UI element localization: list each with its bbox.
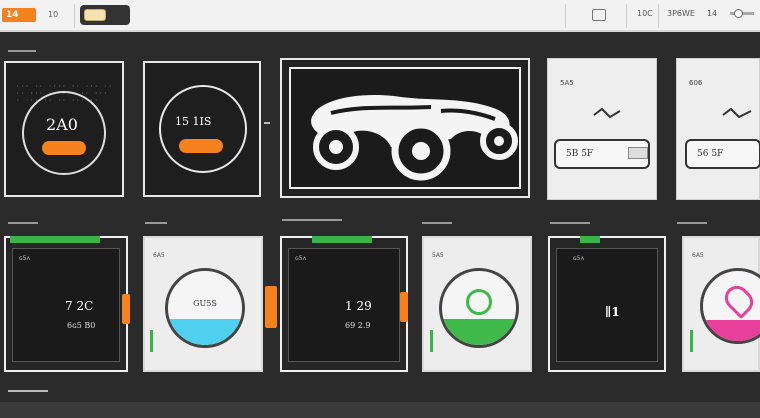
card-1[interactable]: ɢ5ʌ 7 2C 6ɢ5 B0: [4, 236, 130, 372]
card-tag: 5A5: [432, 252, 444, 259]
card-6[interactable]: 6A5: [682, 236, 760, 372]
hero-panel[interactable]: [280, 58, 530, 198]
value-field[interactable]: 56 5F: [685, 139, 760, 169]
gauge-panel-2[interactable]: 15 1IS: [143, 61, 261, 197]
info-panel-2[interactable]: 606 56 5F: [676, 58, 760, 200]
toolbar-divider: [74, 4, 75, 28]
card-subvalue: 6ɢ5 B0: [67, 321, 96, 330]
gauge-value: 2A0: [46, 115, 78, 134]
mini-label: 10: [48, 10, 59, 19]
footer-dash: [8, 390, 48, 392]
gauge-fill: [168, 319, 242, 345]
card-subvalue: 69 2.9: [345, 321, 371, 330]
level-gauge: [700, 268, 760, 344]
card-value: 1 29: [345, 299, 372, 313]
side-indicator: [400, 292, 408, 322]
gauge-value: 15 1IS: [175, 115, 212, 128]
toggle-knob: [84, 9, 106, 21]
view-label: 10C: [637, 9, 653, 18]
side-indicator: [430, 330, 433, 352]
field-value: 56 5F: [697, 149, 724, 159]
level-gauge: GU5S: [165, 268, 245, 348]
toolbar-divider: [626, 4, 627, 28]
divider-dash: [282, 219, 342, 221]
gauge-button[interactable]: [42, 141, 86, 155]
card-screen: ɢ5ʌ ∥1: [556, 248, 658, 362]
card-3[interactable]: ɢ5ʌ 1 29 69 2.9: [280, 236, 408, 372]
card-tag: 6A5: [692, 252, 704, 259]
top-toolbar: 14 10 10C 3P6WE 14: [0, 0, 760, 32]
divider-dash: [422, 222, 452, 224]
gauge-label: GU5S: [193, 299, 217, 308]
window-icon[interactable]: [592, 9, 606, 21]
status-tab: [10, 236, 100, 243]
drop-icon: [466, 289, 492, 315]
badge-button[interactable]: 14: [2, 8, 36, 22]
divider-dash: [8, 222, 38, 224]
side-indicator: [690, 330, 693, 352]
side-indicator: [150, 330, 153, 352]
gauge-fill: [703, 320, 760, 341]
divider-dash: [550, 222, 590, 224]
card-tag: ɢ5ʌ: [19, 255, 31, 262]
gauge-ring: [159, 85, 247, 173]
vehicle-icon: [311, 95, 518, 181]
card-tag: ɢ5ʌ: [295, 255, 307, 262]
page-label: 14: [707, 9, 718, 18]
panel-tag: 5A5: [560, 79, 574, 87]
info-panel-1[interactable]: 5A5 5B 5F: [547, 58, 657, 200]
divider-dash: [145, 222, 167, 224]
card-value: ∥1: [605, 305, 620, 319]
toolbar-divider: [658, 4, 659, 28]
card-4[interactable]: 5A5: [422, 236, 532, 372]
zoom-slider[interactable]: [730, 9, 754, 18]
status-tab: [580, 236, 600, 243]
mode-toggle[interactable]: [80, 5, 130, 25]
card-value: 7 2C: [65, 299, 94, 313]
card-screen: ɢ5ʌ 7 2C 6ɢ5 B0: [12, 248, 120, 362]
bottom-bar: [0, 402, 760, 418]
status-tab: [312, 236, 372, 243]
zoom-label: 3P6WE: [667, 9, 695, 18]
zoom-handle[interactable]: [734, 9, 743, 18]
card-tag: 6A5: [153, 252, 165, 259]
panel-tag: 606: [689, 79, 703, 87]
card-tag: ɢ5ʌ: [573, 255, 585, 262]
card-5[interactable]: ɢ5ʌ ∥1: [548, 236, 666, 372]
gauge-button[interactable]: [179, 139, 223, 153]
field-button[interactable]: [628, 147, 648, 159]
divider-dash: [677, 222, 707, 224]
gauge-fill: [442, 319, 516, 345]
chevron-icon: [593, 107, 621, 119]
card-screen: ɢ5ʌ 1 29 69 2.9: [288, 248, 400, 362]
connector: [264, 122, 270, 124]
chevron-icon: [722, 107, 752, 119]
pin-icon: [719, 280, 759, 320]
section-marker: [8, 50, 36, 52]
gauge-panel-1[interactable]: ··· ·· ···· ·· ··· ·· ·· ··· ·· ··· ·· ··…: [4, 61, 124, 197]
hero-inner-frame: [289, 67, 521, 189]
field-value: 5B 5F: [566, 149, 594, 159]
side-indicator: [265, 286, 277, 328]
card-2[interactable]: 6A5 GU5S: [143, 236, 263, 372]
level-gauge: [439, 268, 519, 348]
side-indicator: [122, 294, 130, 324]
toolbar-divider: [565, 4, 566, 28]
